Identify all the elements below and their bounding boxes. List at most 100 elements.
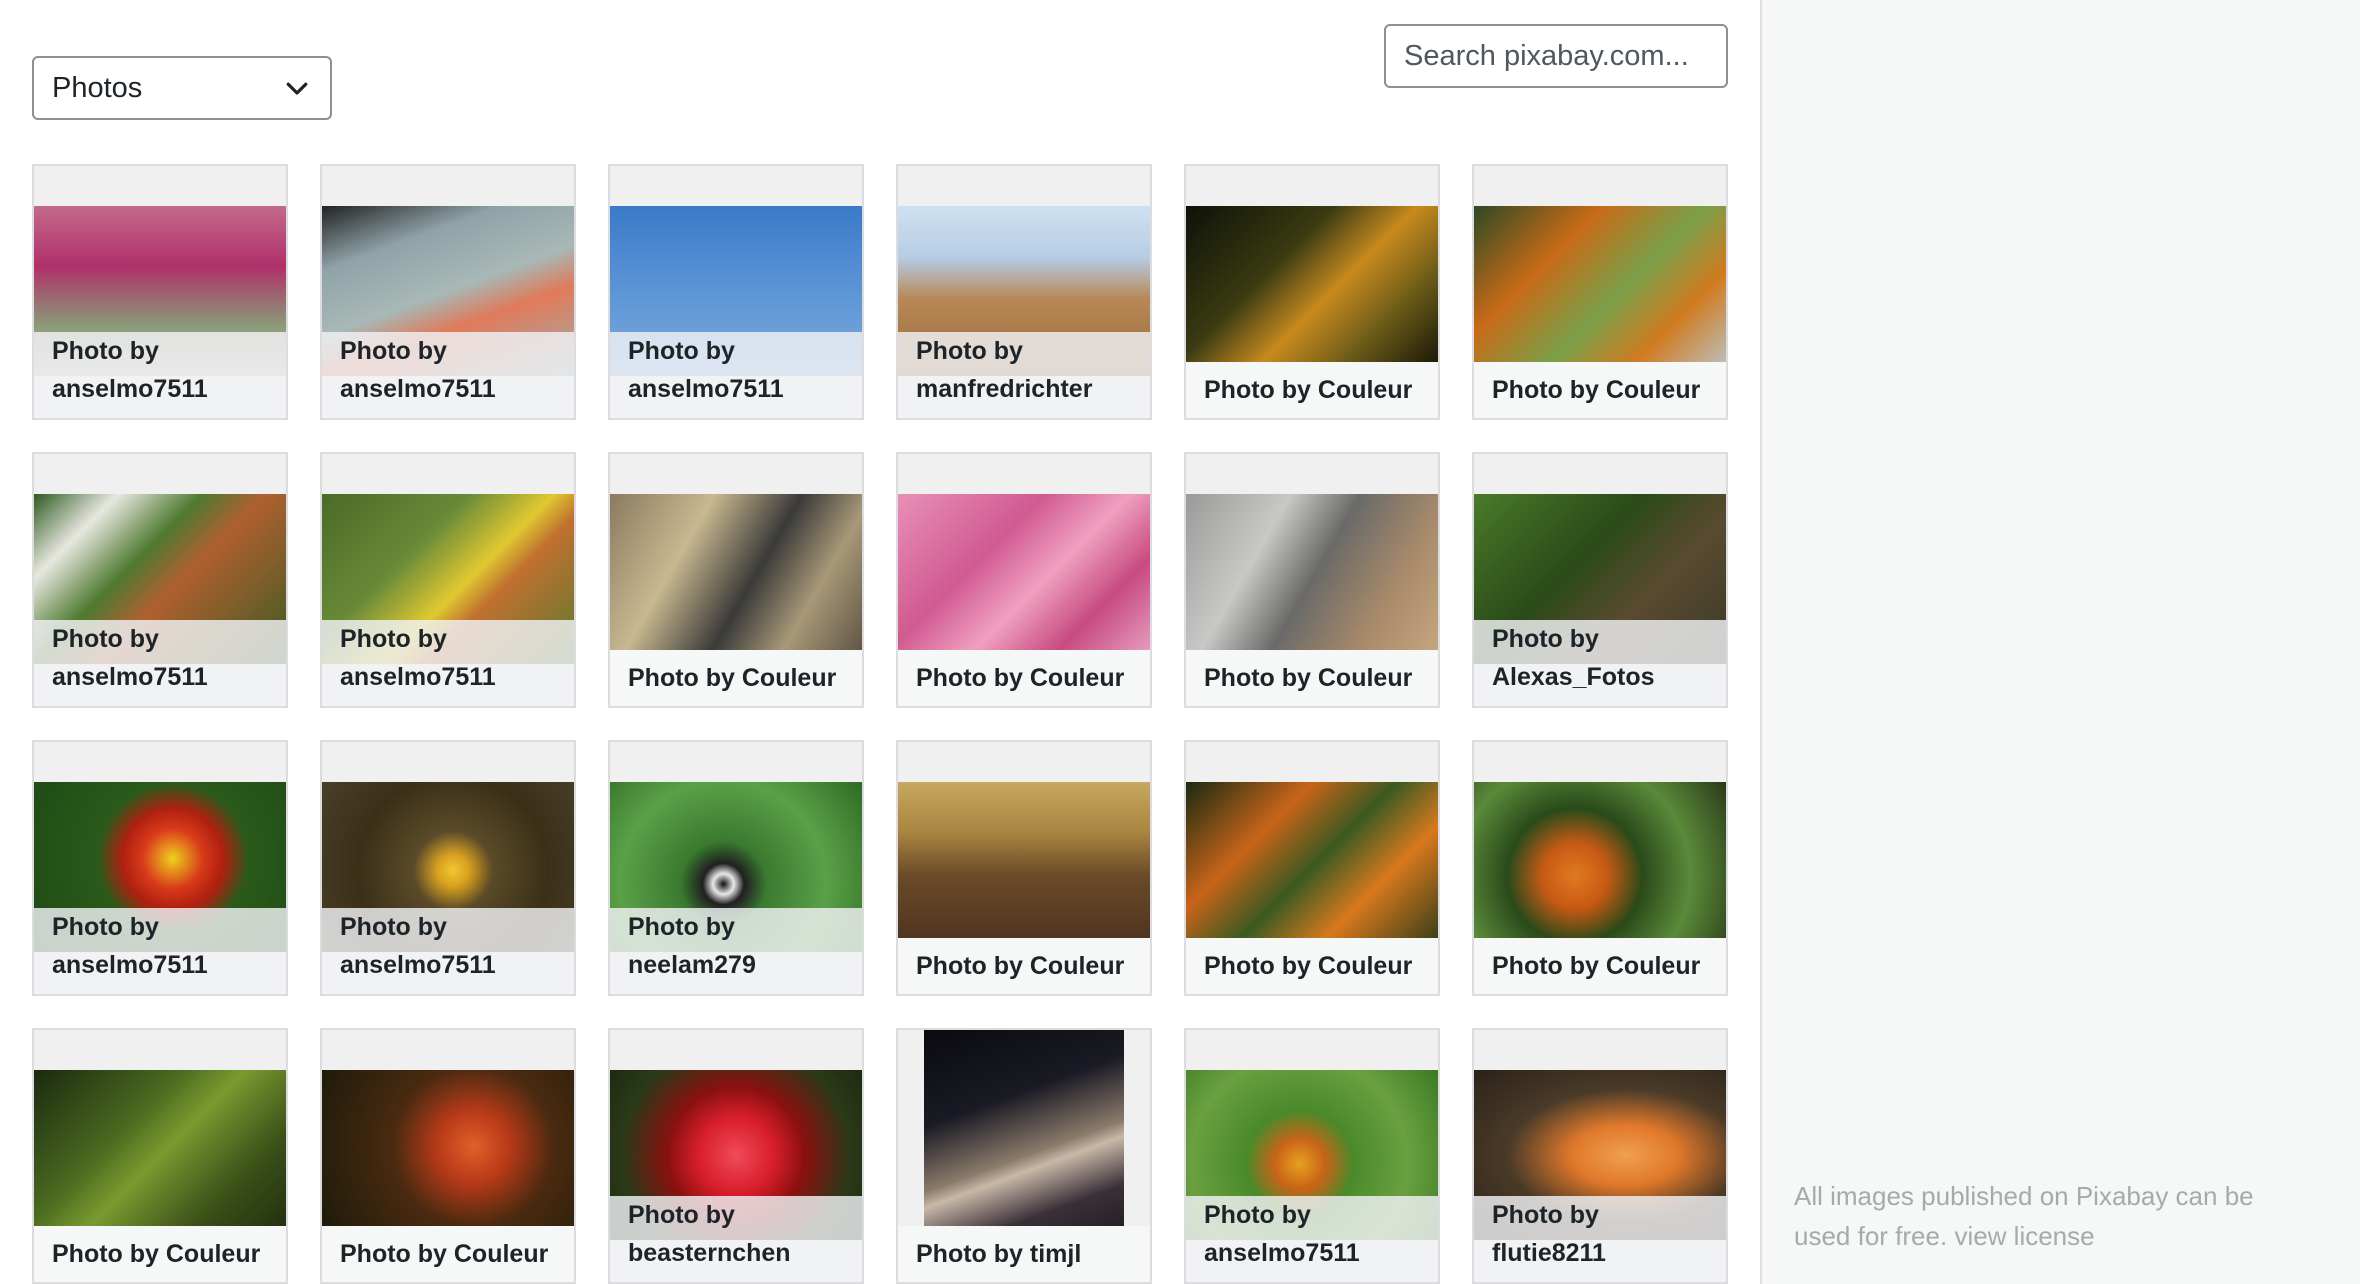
photo-tile[interactable]: Photo by manfredrichter (896, 164, 1152, 420)
view-license-link[interactable]: view license (1954, 1221, 2094, 1251)
photo-tile[interactable]: Photo by Couleur (32, 1028, 288, 1284)
photo-credit: Photo by Couleur (34, 1226, 286, 1282)
photo-tile[interactable]: Photo by neelam279 (608, 740, 864, 996)
photo-tile[interactable]: Photo by anselmo7511 (320, 740, 576, 996)
photo-credit-line: Photo by (52, 913, 159, 941)
photo-tile[interactable]: Photo by timjl (896, 1028, 1152, 1284)
photo-tile[interactable]: Photo by anselmo7511 (32, 452, 288, 708)
photo-credit-line: Photo by (916, 337, 1023, 365)
photo-credit-line: Photo by (628, 913, 735, 941)
photo-tile[interactable]: Photo by flutie8211 (1472, 1028, 1728, 1284)
photo-thumbnail (1186, 206, 1438, 376)
photo-credit: Photo by anselmo7511 (322, 908, 574, 994)
photo-credit-line: Photo by (340, 913, 447, 941)
search-input[interactable] (1384, 24, 1728, 88)
photo-credit-line: Photo by Couleur (916, 952, 1125, 980)
photo-credit: Photo by Couleur (1186, 938, 1438, 994)
photo-tile[interactable]: Photo by anselmo7511 (1184, 1028, 1440, 1284)
photo-thumbnail (34, 1070, 286, 1240)
photo-credit-author: anselmo7511 (52, 663, 208, 691)
photo-credit-author: Alexas_Fotos (1492, 663, 1655, 691)
license-notice: All images published on Pixabay can be u… (1794, 1176, 2314, 1256)
attachment-details-sidebar: All images published on Pixabay can be u… (1760, 0, 2360, 1284)
photo-credit-line: Photo by (1492, 1201, 1599, 1229)
photo-tile[interactable]: Photo by Couleur (896, 740, 1152, 996)
photo-tile[interactable]: Photo by Couleur (1184, 452, 1440, 708)
photo-credit: Photo by Couleur (610, 650, 862, 706)
photo-credit-line: Photo by (340, 625, 447, 653)
photo-credit: Photo by anselmo7511 (34, 908, 286, 994)
photo-credit-author: anselmo7511 (340, 663, 496, 691)
photo-credit-line: Photo by Couleur (628, 664, 837, 692)
photo-tile[interactable]: Photo by anselmo7511 (32, 740, 288, 996)
photo-tile[interactable]: Photo by Alexas_Fotos (1472, 452, 1728, 708)
media-type-selected: Photos (52, 71, 143, 104)
photo-credit: Photo by neelam279 (610, 908, 862, 994)
photo-credit-author: beasternchen (628, 1239, 791, 1267)
photo-credit: Photo by Couleur (1186, 650, 1438, 706)
photo-credit-line: Photo by Couleur (1204, 952, 1413, 980)
photo-credit: Photo by Couleur (322, 1226, 574, 1282)
photo-credit-line: Photo by Couleur (916, 664, 1125, 692)
photo-tile[interactable]: Photo by Couleur (608, 452, 864, 708)
photo-tile[interactable]: Photo by Couleur (1184, 164, 1440, 420)
photo-credit: Photo by timjl (898, 1226, 1150, 1282)
photo-credit-author: anselmo7511 (340, 375, 496, 403)
photo-credit-author: neelam279 (628, 951, 756, 979)
photo-thumbnail (1186, 494, 1438, 664)
photo-credit-line: Photo by (1492, 625, 1599, 653)
photo-thumbnail (1474, 206, 1726, 376)
photo-credit-line: Photo by (1204, 1201, 1311, 1229)
photo-credit-author: anselmo7511 (340, 951, 496, 979)
photo-credit-author: anselmo7511 (628, 375, 784, 403)
photo-credit-line: Photo by Couleur (1204, 376, 1413, 404)
photo-thumbnail (898, 782, 1150, 952)
photo-credit-line: Photo by Couleur (1492, 376, 1701, 404)
photo-thumbnail (1474, 782, 1726, 952)
photo-credit: Photo by anselmo7511 (610, 332, 862, 418)
photo-credit-line: Photo by Couleur (1492, 952, 1701, 980)
photo-tile[interactable]: Photo by Couleur (1184, 740, 1440, 996)
photo-tile[interactable]: Photo by anselmo7511 (32, 164, 288, 420)
photo-credit: Photo by anselmo7511 (34, 620, 286, 706)
media-type-select[interactable]: Photos (32, 56, 332, 120)
photo-tile[interactable]: Photo by Couleur (320, 1028, 576, 1284)
photo-grid: Photo by anselmo7511 Photo by anselmo7511 Ph… (32, 164, 1728, 1284)
photo-tile[interactable]: Photo by Couleur (1472, 740, 1728, 996)
photo-credit-author: anselmo7511 (52, 375, 208, 403)
media-browser: Photos Photo by anselmo7511 Photo by anselm… (0, 0, 1760, 1284)
photo-credit-author: anselmo7511 (52, 951, 208, 979)
photo-thumbnail (1186, 782, 1438, 952)
photo-credit-line: Photo by (628, 337, 735, 365)
photo-credit-line: Photo by Couleur (52, 1240, 261, 1268)
photo-tile[interactable]: Photo by anselmo7511 (320, 164, 576, 420)
photo-credit-line: Photo by (628, 1201, 735, 1229)
photo-credit: Photo by beasternchen (610, 1196, 862, 1282)
photo-tile[interactable]: Photo by beasternchen (608, 1028, 864, 1284)
photo-credit-line: Photo by timjl (916, 1240, 1082, 1268)
photo-credit-line: Photo by Couleur (1204, 664, 1413, 692)
photo-tile[interactable]: Photo by anselmo7511 (320, 452, 576, 708)
photo-credit-author: flutie8211 (1492, 1239, 1606, 1267)
photo-credit: Photo by Couleur (898, 650, 1150, 706)
photo-tile[interactable]: Photo by Couleur (896, 452, 1152, 708)
photo-thumbnail (898, 494, 1150, 664)
photo-credit: Photo by Couleur (1474, 938, 1726, 994)
photo-credit-line: Photo by (340, 337, 447, 365)
photo-credit: Photo by anselmo7511 (322, 620, 574, 706)
chevron-down-icon (286, 82, 308, 95)
photo-credit: Photo by Couleur (898, 938, 1150, 994)
photo-credit: Photo by flutie8211 (1474, 1196, 1726, 1282)
photo-credit-author: anselmo7511 (1204, 1239, 1360, 1267)
photo-credit-line: Photo by (52, 625, 159, 653)
photo-tile[interactable]: Photo by Couleur (1472, 164, 1728, 420)
photo-tile[interactable]: Photo by anselmo7511 (608, 164, 864, 420)
photo-thumbnail (322, 1070, 574, 1240)
photo-credit: Photo by anselmo7511 (322, 332, 574, 418)
photo-credit-line: Photo by (52, 337, 159, 365)
photo-credit: Photo by Couleur (1474, 362, 1726, 418)
photo-credit: Photo by anselmo7511 (1186, 1196, 1438, 1282)
photo-credit: Photo by anselmo7511 (34, 332, 286, 418)
photo-credit: Photo by manfredrichter (898, 332, 1150, 418)
photo-credit: Photo by Couleur (1186, 362, 1438, 418)
